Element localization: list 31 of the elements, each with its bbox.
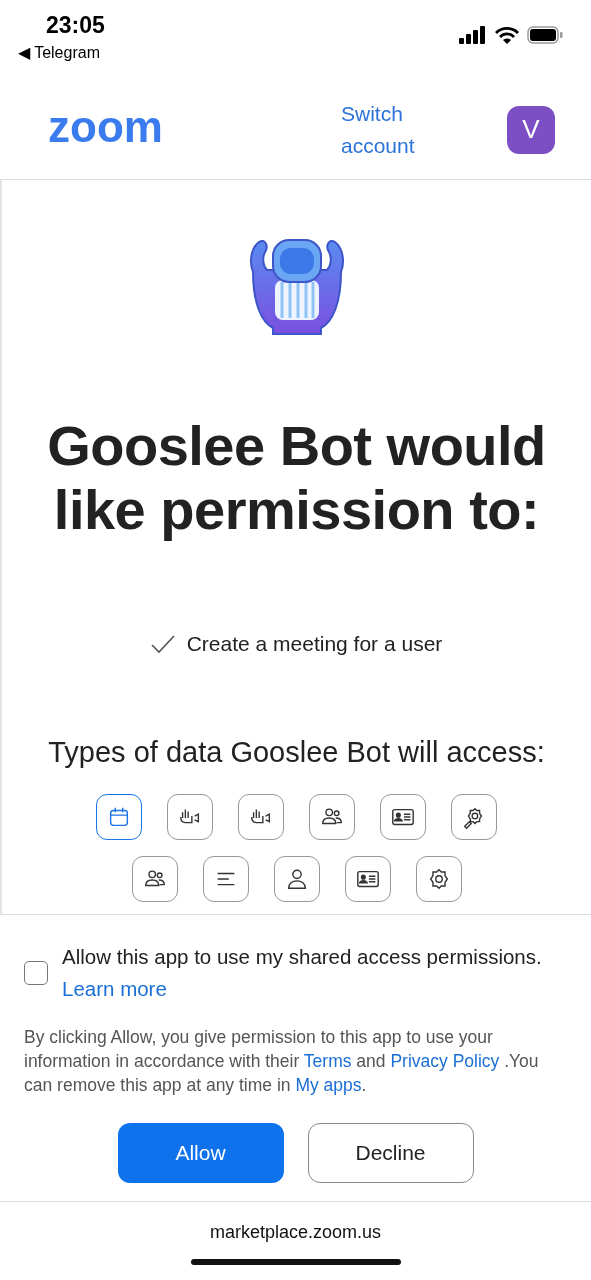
data-types-heading: Types of data Gooslee Bot will access: (47, 736, 546, 768)
checkbox[interactable] (24, 961, 48, 985)
consent-text: By clicking Allow, you give permission to this app to use your information in accordance with their Terms and Privacy Policy .You can remove this app at any time in My apps. (24, 1026, 540, 1097)
data-type-button[interactable] (131, 856, 178, 902)
clock-time: 23:05 (46, 12, 105, 39)
data-type-button[interactable] (202, 856, 249, 902)
back-link[interactable]: ◀ Telegram (18, 43, 100, 62)
data-type-button[interactable] (451, 794, 497, 840)
data-type-button[interactable] (380, 794, 426, 840)
data-type-button[interactable] (309, 794, 355, 840)
data-type-button[interactable] (167, 794, 213, 840)
data-type-button[interactable] (238, 794, 284, 840)
zoom-logo: zoom (48, 104, 163, 149)
allow-button[interactable]: Allow (117, 1123, 284, 1183)
learn-more-link[interactable]: Learn more (62, 977, 167, 1000)
data-type-button[interactable] (344, 856, 391, 902)
decline-button[interactable]: Decline (307, 1123, 474, 1183)
user-avatar[interactable]: V (507, 105, 555, 154)
privacy-policy-link[interactable]: Privacy Policy (390, 1051, 500, 1071)
permission-text: Create a meeting for a user (186, 632, 443, 656)
shared-access-label: Allow this app to use my shared access permissions. Learn more (62, 944, 543, 1002)
data-type-button[interactable] (273, 856, 320, 902)
wifi-icon (495, 26, 519, 44)
battery-icon (527, 26, 563, 44)
signal-icon (459, 26, 487, 44)
url-text: marketplace.zoom.us (209, 1222, 382, 1243)
my-apps-link[interactable]: My apps (295, 1075, 362, 1095)
permission-title: Gooslee Bot would like permission to: (46, 414, 547, 542)
data-type-button[interactable] (415, 856, 462, 902)
terms-link[interactable]: Terms (303, 1051, 352, 1071)
switch-account-link[interactable]: Switch account (341, 97, 451, 162)
